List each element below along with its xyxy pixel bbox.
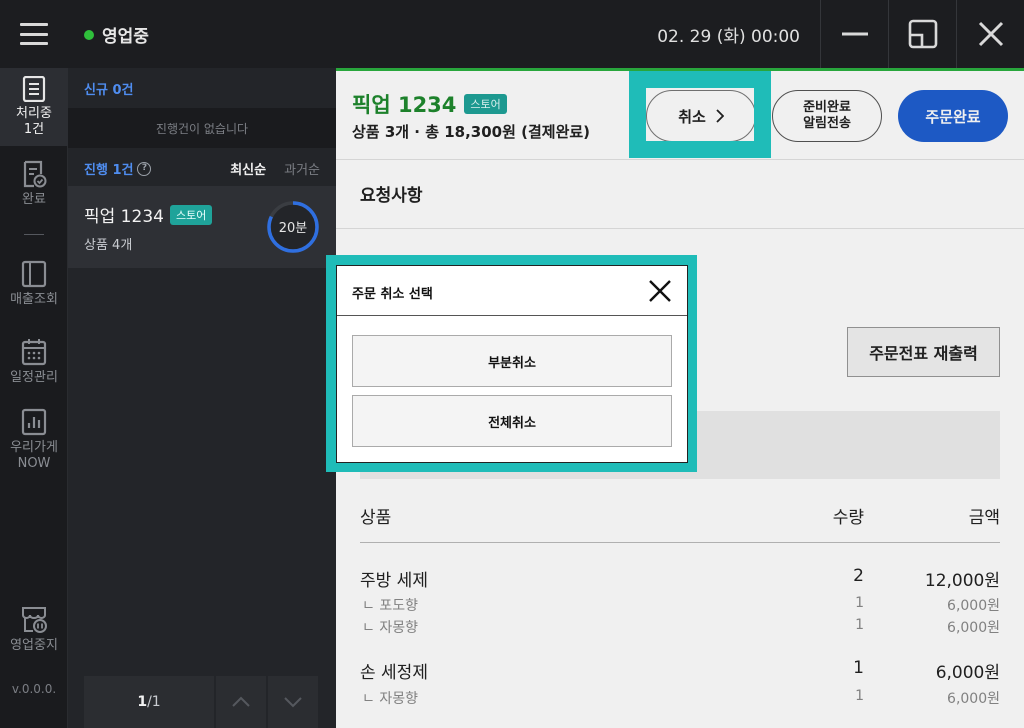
page-down-button[interactable] bbox=[268, 676, 318, 728]
nav-item-processing[interactable]: 처리중 1건 bbox=[0, 68, 68, 146]
sort-past-button[interactable]: 과거순 bbox=[284, 159, 320, 178]
new-orders-empty-message: 진행건이 없습니다 bbox=[68, 108, 336, 148]
in-progress-label: 진행 1건 bbox=[84, 163, 134, 178]
nav-label-sales: 매출조회 bbox=[10, 292, 58, 307]
store-badge: 스토어 bbox=[169, 204, 213, 225]
close-window-button[interactable] bbox=[956, 0, 1024, 68]
nav-label-store-now: 우리가게 NOW bbox=[10, 440, 58, 471]
business-status: 영업중 bbox=[84, 22, 149, 47]
top-bar: 영업중 02. 29 (화) 00:00 bbox=[0, 0, 1024, 68]
page-up-button[interactable] bbox=[216, 676, 266, 728]
page-current: 1 bbox=[137, 694, 148, 710]
nav-item-sales[interactable]: 매출조회 bbox=[0, 260, 68, 308]
store-pause-icon bbox=[22, 607, 47, 633]
partial-cancel-button[interactable]: 부분취소 bbox=[352, 335, 672, 387]
status-dot-icon bbox=[84, 29, 94, 40]
chevron-up-icon bbox=[232, 696, 250, 707]
hamburger-icon bbox=[20, 23, 48, 45]
minimize-button[interactable] bbox=[820, 0, 888, 68]
order-card[interactable]: 픽업 1234 스토어 상품 4개 20분 bbox=[68, 186, 336, 268]
page-total: /1 bbox=[147, 694, 161, 710]
calendar-icon bbox=[21, 339, 47, 366]
timer-ring: 20분 bbox=[267, 201, 319, 253]
nav-item-schedule[interactable]: 일정관리 bbox=[0, 338, 68, 386]
current-datetime: 02. 29 (화) 00:00 bbox=[657, 27, 800, 47]
restore-button[interactable] bbox=[888, 0, 956, 68]
minimize-icon bbox=[841, 32, 868, 36]
menu-button[interactable] bbox=[0, 0, 68, 68]
nav-label-pause-business: 영업중지 bbox=[10, 638, 58, 653]
new-orders-header: 신규 0건 bbox=[84, 83, 134, 98]
restore-window-icon bbox=[908, 19, 937, 49]
nav-item-completed[interactable]: 완료 bbox=[0, 160, 68, 208]
nav-item-pause-business[interactable]: 영업중지 bbox=[0, 604, 68, 654]
pagination: 1 /1 bbox=[84, 676, 320, 728]
page-indicator: 1 /1 bbox=[84, 676, 214, 728]
nav-label-completed: 완료 bbox=[22, 192, 46, 207]
order-card-name: 픽업 1234 bbox=[84, 207, 164, 227]
document-list-icon bbox=[22, 76, 46, 102]
in-progress-title: 진행 1건 ? bbox=[84, 159, 152, 178]
app-version: v.0.0.0. bbox=[11, 682, 57, 696]
order-card-item-count: 상품 4개 bbox=[84, 238, 133, 253]
modal-header: 주문 취소 선택 bbox=[337, 266, 687, 316]
close-icon[interactable] bbox=[647, 278, 673, 304]
help-icon[interactable]: ? bbox=[137, 161, 152, 176]
close-icon bbox=[978, 21, 1003, 47]
sort-toggle: 최신순 과거순 bbox=[230, 159, 320, 178]
sort-recent-button[interactable]: 최신순 bbox=[230, 159, 266, 178]
order-card-title: 픽업 1234 스토어 bbox=[84, 202, 213, 227]
ledger-icon bbox=[21, 260, 47, 288]
full-cancel-button[interactable]: 전체취소 bbox=[352, 395, 672, 447]
modal-title: 주문 취소 선택 bbox=[352, 287, 433, 302]
nav-label-processing: 처리중 1건 bbox=[16, 106, 52, 137]
status-label: 영업중 bbox=[102, 27, 149, 47]
left-navigation: 처리중 1건 완료 매출조회 일정관리 우리가게 NOW 영업중지 v.0.0.… bbox=[0, 68, 68, 728]
nav-divider bbox=[24, 234, 44, 235]
order-list-panel: 신규 0건 진행건이 없습니다 진행 1건 ? 최신순 과거순 픽업 1234 … bbox=[68, 68, 336, 728]
in-progress-header: 진행 1건 ? 최신순 과거순 bbox=[68, 148, 336, 186]
document-check-icon bbox=[23, 160, 47, 188]
timer-label: 20분 bbox=[279, 221, 308, 236]
bar-chart-icon bbox=[21, 408, 47, 436]
chevron-down-icon bbox=[284, 697, 302, 708]
nav-item-store-now[interactable]: 우리가게 NOW bbox=[0, 408, 68, 472]
cancel-order-modal: 주문 취소 선택 부분취소 전체취소 bbox=[336, 265, 688, 463]
nav-label-schedule: 일정관리 bbox=[10, 370, 58, 385]
